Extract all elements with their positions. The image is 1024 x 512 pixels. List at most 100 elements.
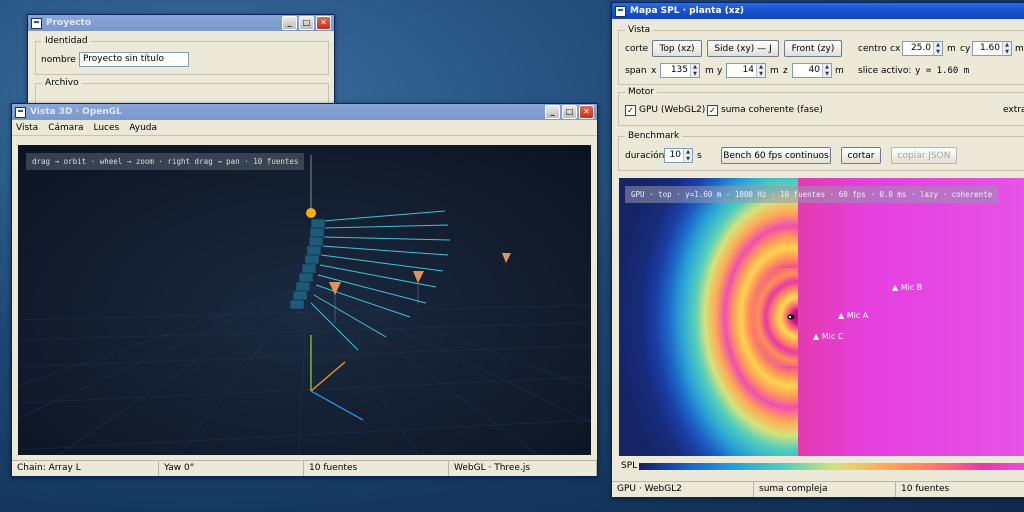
span-x-unit: m: [705, 66, 714, 76]
cy-value: 1.60: [979, 43, 1000, 53]
benchmark-group: Benchmark duración 10 ▲ ▼ s Bench 60 fps …: [618, 131, 1024, 171]
cortar-button[interactable]: cortar: [841, 147, 881, 164]
mic-marker-icon: [413, 271, 424, 283]
cy-stepper[interactable]: 1.60 ▲ ▼: [972, 41, 1012, 56]
slice-value: y = 1.60 m: [915, 66, 970, 76]
archivo-legend: Archivo: [42, 78, 82, 88]
span-label: span: [625, 66, 647, 76]
spl-scale-row: SPL: [619, 461, 1024, 473]
vista-group: Vista corte Top (xz) Side (xy) — J Front…: [618, 25, 1024, 85]
mic-triangle-icon: ▲: [892, 283, 899, 292]
orbit-hint: drag → orbit · wheel → zoom · right drag…: [26, 153, 305, 170]
nombre-label: nombre: [41, 55, 76, 65]
duracion-stepper[interactable]: 10 ▲ ▼: [664, 148, 693, 163]
status-suma: suma compleja: [754, 482, 896, 497]
mic-c-marker[interactable]: ▲ Mic C: [813, 332, 843, 341]
mic-a-label: Mic A: [846, 311, 869, 320]
stepper-arrows[interactable]: ▲ ▼: [1002, 42, 1011, 55]
span-y-label: y: [717, 66, 723, 76]
status-fuentes: 10 fuentes: [304, 461, 449, 476]
cy-label: cy: [960, 44, 971, 54]
bench-60fps-button[interactable]: Bench 60 fps continuos: [721, 147, 831, 164]
close-icon[interactable]: ✕: [316, 16, 331, 30]
suma-coherente-checkbox[interactable]: ✓: [707, 105, 718, 116]
mic-b-marker[interactable]: ▲ Mic B: [892, 283, 922, 292]
stepper-arrows[interactable]: ▲ ▼: [690, 64, 699, 77]
ground-grid: [18, 284, 591, 455]
rigging-point-icon: [306, 208, 316, 218]
nombre-input[interactable]: Proyecto sin título: [79, 52, 189, 67]
stepper-arrows[interactable]: ▲ ▼: [683, 149, 692, 162]
status-renderer: WebGL · Three.js: [449, 461, 597, 476]
close-icon[interactable]: ✕: [579, 105, 594, 119]
minimize-icon[interactable]: _: [545, 105, 560, 119]
status-gpu: GPU · WebGL2: [612, 482, 754, 497]
duracion-value: 10: [669, 150, 681, 160]
benchmark-legend: Benchmark: [625, 131, 683, 141]
stepper-arrows[interactable]: ▲ ▼: [822, 64, 831, 77]
proyecto-window: Proyecto _ □ ✕ Identidad nombre Proyecto…: [27, 14, 335, 116]
mic-a-marker[interactable]: ▲ Mic A: [838, 311, 868, 320]
menu-vista[interactable]: Vista: [16, 123, 38, 133]
centro-label: centro: [858, 44, 887, 54]
top-view-button[interactable]: Top (xz): [652, 40, 702, 57]
spl-map[interactable]: GPU · top · y=1.60 m · 1000 Hz · 10 fuen…: [619, 178, 1024, 456]
mic-triangle-icon: ▲: [838, 311, 845, 320]
app-icon: [15, 106, 26, 118]
span-z-label: z: [783, 66, 788, 76]
menu-ayuda[interactable]: Ayuda: [129, 123, 157, 133]
status-yaw: Yaw 0°: [159, 461, 304, 476]
identidad-group: Identidad nombre Proyecto sin título: [35, 36, 329, 75]
cy-unit: m: [1015, 44, 1024, 54]
span-z-stepper[interactable]: 40 ▲ ▼: [792, 63, 832, 78]
cx-stepper[interactable]: 25.0 ▲ ▼: [902, 41, 943, 56]
vista3d-titlebar[interactable]: Vista 3D · OpenGL _ □ ✕: [12, 104, 597, 120]
span-z-unit: m: [835, 66, 844, 76]
stepper-arrows[interactable]: ▲ ▼: [933, 42, 942, 55]
identidad-legend: Identidad: [42, 36, 91, 46]
window-title: Mapa SPL · planta (xz): [630, 6, 744, 16]
copiar-json-button[interactable]: copiar JSON: [891, 147, 957, 164]
side-view-button[interactable]: Side (xy) — J: [707, 40, 779, 57]
duracion-label: duración: [625, 151, 665, 161]
maximize-icon[interactable]: □: [299, 16, 314, 30]
status-chain: Chain: Array L: [12, 461, 159, 476]
status-fuentes: 10 fuentes: [896, 482, 1024, 497]
mic-marker-icon: [502, 253, 511, 263]
mapa-titlebar[interactable]: Mapa SPL · planta (xz): [612, 3, 1024, 19]
motor-legend: Motor: [625, 87, 658, 97]
menu-camara[interactable]: Cámara: [48, 123, 83, 133]
vista3d-window: Vista 3D · OpenGL _ □ ✕ Vista Cámara Luc…: [11, 103, 598, 477]
slice-label: slice activo:: [858, 66, 912, 76]
cx-unit: m: [947, 44, 956, 54]
motor-group: Motor ✓ GPU (WebGL2) ✓ suma coherente (f…: [618, 87, 1024, 126]
mic-b-label: Mic B: [900, 283, 923, 292]
map-info-overlay: GPU · top · y=1.60 m · 1000 Hz · 10 fuen…: [625, 186, 999, 203]
proyecto-titlebar[interactable]: Proyecto _ □ ✕: [28, 15, 334, 31]
suma-coherente-label: suma coherente (fase): [721, 105, 823, 115]
span-y-stepper[interactable]: 14 ▲ ▼: [726, 63, 766, 78]
stepper-arrows[interactable]: ▲ ▼: [756, 64, 765, 77]
span-x-value: 135: [670, 65, 688, 75]
span-z-value: 40: [808, 65, 820, 75]
span-x-stepper[interactable]: 135 ▲ ▼: [660, 63, 700, 78]
spl-map-overlay-svg: [787, 314, 795, 320]
app-icon: [615, 5, 626, 17]
mapa-window: Mapa SPL · planta (xz) Vista corte Top (…: [611, 2, 1024, 498]
mic-triangle-icon: ▲: [813, 332, 820, 341]
gpu-checkbox[interactable]: ✓: [625, 105, 636, 116]
menu-luces[interactable]: Luces: [94, 123, 120, 133]
corte-label: corte: [625, 44, 649, 54]
minimize-icon[interactable]: _: [282, 16, 297, 30]
app-icon: [31, 17, 42, 29]
front-view-button[interactable]: Front (zy): [784, 40, 842, 57]
window-title: Vista 3D · OpenGL: [30, 107, 122, 117]
vista3d-menubar: Vista Cámara Luces Ayuda: [12, 120, 597, 136]
span-x-label: x: [651, 66, 657, 76]
maximize-icon[interactable]: □: [562, 105, 577, 119]
gl-viewport[interactable]: drag → orbit · wheel → zoom · right drag…: [18, 145, 591, 455]
mic-markers: [329, 253, 511, 323]
spl-scale-label: SPL: [621, 461, 638, 471]
extra-label: extra:: [1003, 105, 1024, 115]
duracion-unit: s: [697, 151, 702, 161]
